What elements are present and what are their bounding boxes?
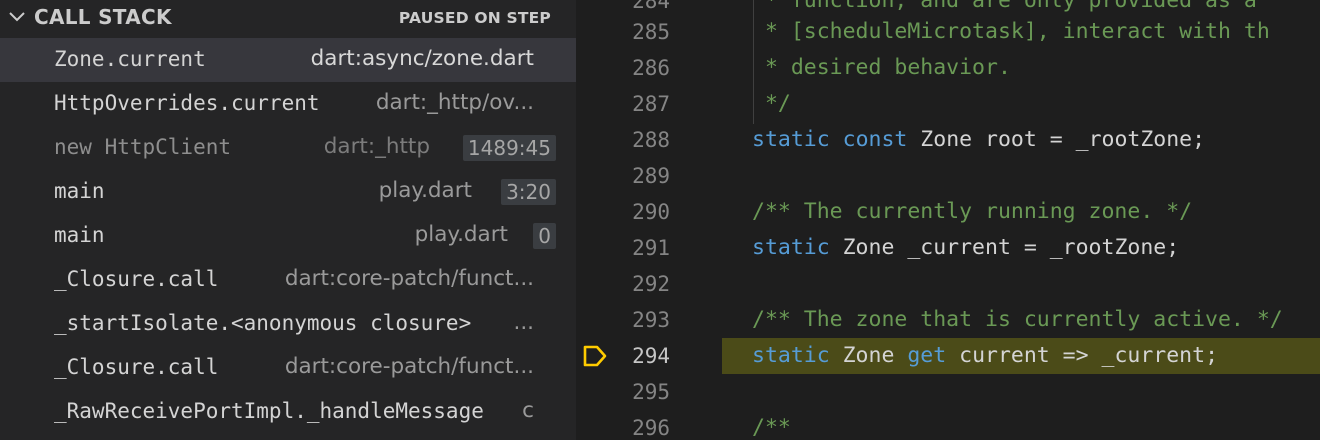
- stack-frame-location: dart:async/zone.dart: [310, 46, 534, 71]
- call-stack-header[interactable]: CALL STACK PAUSED ON STEP: [0, 0, 576, 36]
- stack-frame-location: dart:_http: [323, 134, 430, 159]
- code-comment: /**: [752, 415, 791, 440]
- code-text: Zone _current = _rootZone;: [829, 235, 1180, 260]
- stack-frame-location: c: [522, 398, 534, 423]
- call-stack-title: CALL STACK: [34, 5, 172, 29]
- stack-frame-location: play.dart: [414, 222, 508, 247]
- code-editor[interactable]: 284 * function, and are only provided as…: [576, 0, 1320, 440]
- line-number: 290: [632, 200, 670, 224]
- code-line[interactable]: 286 * desired behavior.: [576, 50, 1320, 86]
- code-line[interactable]: 288 static const Zone root = _rootZone;: [576, 122, 1320, 158]
- stack-frame-name: HttpOverrides.current: [54, 91, 320, 115]
- code-keyword: static: [752, 235, 830, 260]
- stack-frame-name: _RawReceivePortImpl._handleMessage: [54, 399, 484, 423]
- stack-frame[interactable]: main play.dart 3:20: [0, 170, 576, 214]
- line-number: 296: [632, 416, 670, 440]
- paused-status: PAUSED ON STEP: [398, 9, 551, 27]
- stack-frame[interactable]: HttpOverrides.current dart:_http/ov...: [0, 82, 576, 126]
- code-comment: /** The zone that is currently active. *…: [752, 307, 1283, 332]
- code-comment: * desired behavior.: [752, 55, 1011, 80]
- stack-frame-position: 3:20: [501, 179, 556, 205]
- stack-frame-name: main: [54, 223, 105, 247]
- line-number: 287: [632, 92, 670, 116]
- code-text: Zone: [829, 343, 908, 368]
- code-line[interactable]: 295: [576, 374, 1320, 410]
- line-number: 286: [632, 56, 670, 80]
- code-line[interactable]: 287 */: [576, 86, 1320, 122]
- line-code: static const Zone root = _rootZone;: [752, 122, 1205, 158]
- code-comment: * [scheduleMicrotask], interact with th: [752, 19, 1270, 44]
- code-comment: */: [752, 91, 791, 116]
- code-line[interactable]: 291 static Zone _current = _rootZone;: [576, 230, 1320, 266]
- line-code: */: [752, 86, 791, 122]
- line-number: 289: [632, 164, 670, 188]
- stack-frame-name: _startIsolate.<anonymous closure>: [54, 311, 472, 335]
- chevron-down-icon[interactable]: [6, 6, 28, 28]
- line-code: static Zone get current => _current;: [752, 338, 1218, 374]
- stack-frame-position: 1489:45: [462, 135, 556, 161]
- line-code: /**: [752, 410, 791, 440]
- stack-frame[interactable]: _Closure.call dart:core-patch/funct...: [0, 258, 576, 302]
- line-code: /** The zone that is currently active. *…: [752, 302, 1283, 338]
- code-line[interactable]: 290 /** The currently running zone. */: [576, 194, 1320, 230]
- call-stack-panel: CALL STACK PAUSED ON STEP Zone.current d…: [0, 0, 576, 440]
- line-code: static Zone _current = _rootZone;: [752, 230, 1179, 266]
- stack-frame-name: main: [54, 179, 105, 203]
- line-number: 291: [632, 236, 670, 260]
- line-number: 295: [632, 380, 670, 404]
- code-line[interactable]: 285 * [scheduleMicrotask], interact with…: [576, 14, 1320, 50]
- stack-frame[interactable]: Zone.current dart:async/zone.dart: [0, 38, 576, 82]
- debugger-window: CALL STACK PAUSED ON STEP Zone.current d…: [0, 0, 1320, 440]
- code-line[interactable]: 292: [576, 266, 1320, 302]
- stack-frame[interactable]: main play.dart 0: [0, 214, 576, 258]
- stack-frame-name: _Closure.call: [54, 267, 219, 291]
- code-line[interactable]: 296 /**: [576, 410, 1320, 440]
- code-keyword: get: [907, 343, 947, 368]
- stack-frame-location: dart:_http/ov...: [375, 90, 534, 115]
- code-comment: /** The currently running zone. */: [752, 199, 1193, 224]
- line-code: * [scheduleMicrotask], interact with th: [752, 14, 1270, 50]
- code-line[interactable]: 293 /** The zone that is currently activ…: [576, 302, 1320, 338]
- stack-frame-location: dart:core-patch/funct...: [284, 354, 534, 379]
- stack-frame-name: new HttpClient: [54, 135, 232, 159]
- stack-frame-position: 0: [533, 223, 556, 249]
- stack-frame-name: Zone.current: [54, 47, 206, 71]
- code-keyword: static: [752, 343, 830, 368]
- stack-frame[interactable]: _Closure.call dart:core-patch/funct...: [0, 346, 576, 390]
- stack-frame-name: _Closure.call: [54, 355, 219, 379]
- line-number: 288: [632, 128, 670, 152]
- stack-frame[interactable]: _RawReceivePortImpl._handleMessage c: [0, 390, 576, 434]
- line-code: /** The currently running zone. */: [752, 194, 1192, 230]
- debug-stackframe-icon[interactable]: [582, 344, 608, 368]
- stack-frame[interactable]: _startIsolate.<anonymous closure> ...: [0, 302, 576, 346]
- line-code: * desired behavior.: [752, 50, 1011, 86]
- stack-frame-location: dart:core-patch/funct...: [284, 266, 534, 291]
- code-line[interactable]: 289: [576, 158, 1320, 194]
- line-number: 293: [632, 308, 670, 332]
- line-number: 285: [632, 20, 670, 44]
- stack-frame[interactable]: new HttpClient dart:_http 1489:45: [0, 126, 576, 170]
- code-keyword: const: [842, 127, 908, 152]
- code-comment: * function, and are only provided as a: [752, 0, 1257, 13]
- current-code-line[interactable]: 294 static Zone get current => _current;: [576, 338, 1320, 374]
- line-number: 292: [632, 272, 670, 296]
- stack-frame-location: play.dart: [378, 178, 472, 203]
- code-keyword: static: [752, 127, 830, 152]
- stack-frame-location: ...: [513, 310, 534, 335]
- code-text: Zone root = _rootZone;: [907, 127, 1206, 152]
- code-text: current => _current;: [946, 343, 1219, 368]
